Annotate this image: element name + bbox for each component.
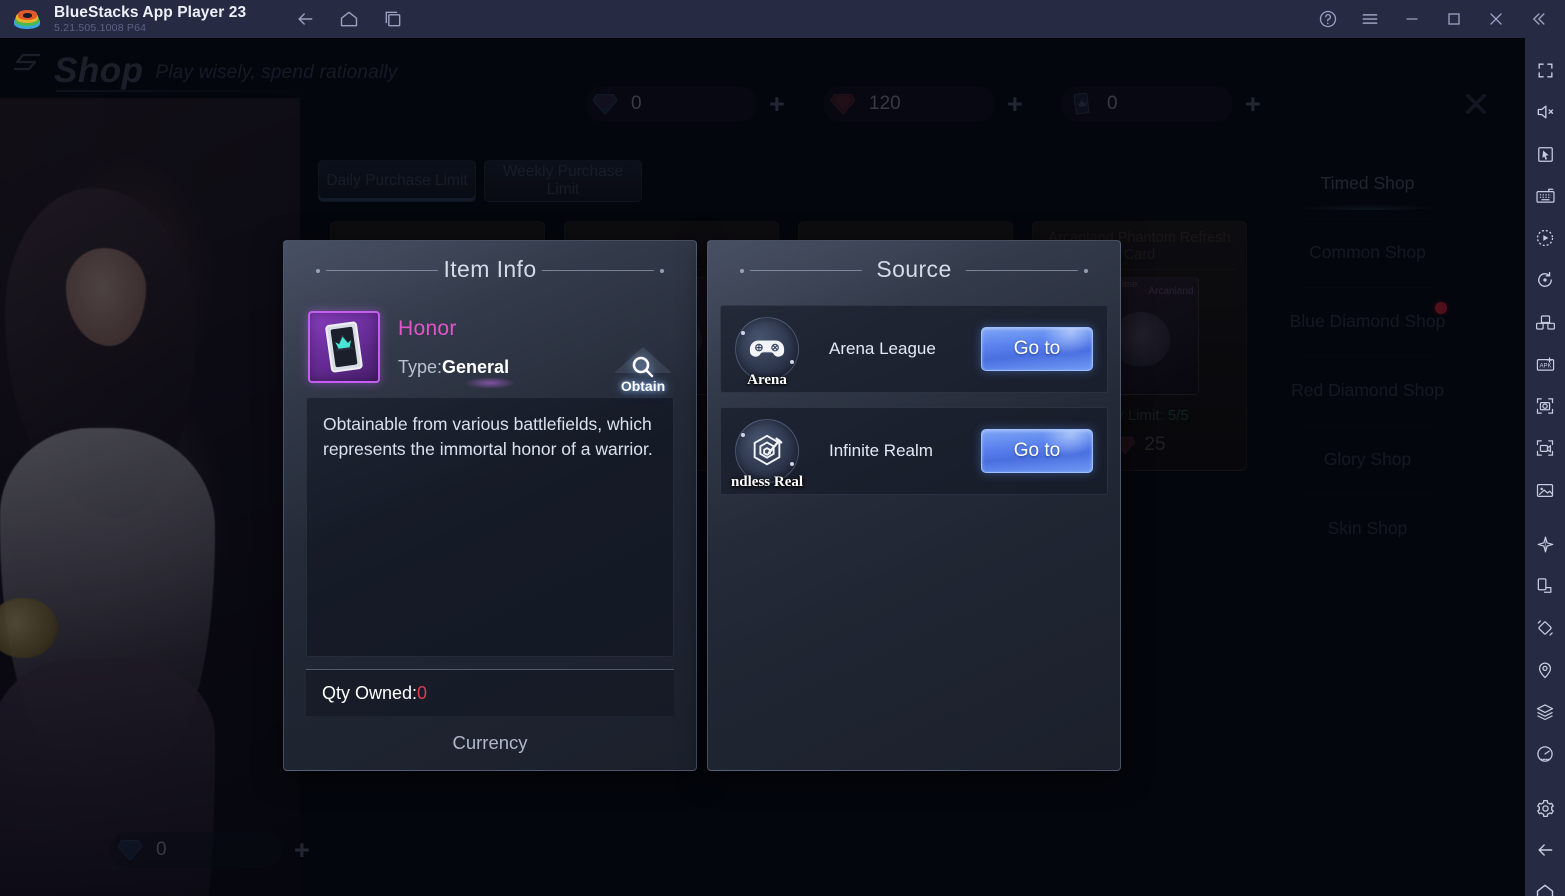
source-icon-caption: Arena: [747, 372, 787, 388]
settings-icon[interactable]: [1528, 788, 1562, 828]
item-info-panel: Item Info Honor Type:General Obtain Obta…: [283, 240, 697, 771]
header-rule-right: [542, 268, 664, 273]
source-icon-caption: ndless Real: [730, 474, 804, 490]
macro-play-icon[interactable]: [1528, 218, 1562, 258]
rotate-icon[interactable]: [1528, 566, 1562, 606]
layers-icon[interactable]: [1528, 692, 1562, 732]
location-icon[interactable]: [1528, 650, 1562, 690]
window-controls: [1313, 4, 1565, 34]
multi-instance-manager-icon[interactable]: [1528, 302, 1562, 342]
goto-label: Go to: [1013, 338, 1061, 359]
home-button[interactable]: [334, 4, 364, 34]
shake-icon[interactable]: [1528, 608, 1562, 648]
source-panel: Source Arena Arena League Go to ndless R…: [707, 240, 1121, 771]
source-entry-arena-league[interactable]: Arena Arena League Go to: [720, 305, 1108, 393]
currency-footer-link[interactable]: Currency: [284, 732, 696, 754]
back-button[interactable]: [290, 4, 320, 34]
source-icon-wrap: Arena: [735, 317, 799, 388]
record-video-icon[interactable]: [1528, 428, 1562, 468]
goto-label: Go to: [1013, 440, 1061, 461]
hex-spiral-sword-glyph: [753, 434, 783, 466]
minimize-button[interactable]: [1397, 4, 1427, 34]
menu-button[interactable]: [1355, 4, 1385, 34]
qty-owned: Qty Owned:0: [322, 683, 427, 704]
window-title-block: BlueStacks App Player 23 5.21.505.1008 P…: [54, 3, 247, 34]
sync-icon[interactable]: [1528, 260, 1562, 300]
eco-mode-icon[interactable]: [1528, 524, 1562, 564]
source-name: Arena League: [829, 339, 936, 358]
obtain-label: Obtain: [620, 378, 666, 394]
qty-owned-label: Qty Owned:: [322, 682, 418, 703]
fullscreen-icon[interactable]: [1528, 50, 1562, 90]
goto-button-infinite-realm[interactable]: Go to: [981, 429, 1093, 473]
game-viewport: Shop Play wisely, spend rationally 0 +: [0, 38, 1525, 896]
help-button[interactable]: [1313, 4, 1343, 34]
goto-button-arena-league[interactable]: Go to: [981, 327, 1093, 371]
item-meta: Honor Type:General: [398, 311, 509, 378]
decor-dot: [790, 360, 794, 364]
keyboard-controls-icon[interactable]: [1528, 176, 1562, 216]
item-summary-row: Honor Type:General Obtain: [284, 297, 696, 394]
item-type-value: General: [442, 357, 510, 377]
obtain-button[interactable]: Obtain: [614, 345, 672, 403]
mute-icon[interactable]: [1528, 92, 1562, 132]
titlebar-nav-group: [290, 4, 408, 34]
bluestacks-sidebar: APK: [1525, 38, 1565, 896]
item-type: Type:General: [398, 357, 509, 378]
header-rule-left: [740, 268, 862, 273]
app-version: 5.21.505.1008 P64: [54, 22, 147, 34]
gamepad-glyph: [749, 340, 785, 357]
apk-install-icon[interactable]: APK: [1528, 344, 1562, 384]
panel-title: Item Info: [443, 255, 537, 282]
multi-instance-button[interactable]: [378, 4, 408, 34]
item-icon-honor: [308, 311, 380, 383]
pointer-icon[interactable]: [1528, 134, 1562, 174]
decor-dot: [790, 462, 794, 466]
decor-dot: [741, 433, 745, 437]
item-info-header: Item Info: [284, 241, 696, 297]
item-icon-glow: [464, 377, 516, 389]
item-description: Obtainable from various battlefields, wh…: [323, 414, 653, 459]
header-rule-left: [316, 268, 438, 273]
collapse-sidebar-button[interactable]: [1523, 4, 1553, 34]
panel-title: Source: [876, 255, 952, 282]
qty-owned-value: 0: [417, 682, 428, 703]
source-entry-infinite-realm[interactable]: ndless Real Infinite Realm Go to: [720, 407, 1108, 495]
bluestacks-window: BlueStacks App Player 23 5.21.505.1008 P…: [0, 0, 1565, 896]
home-icon[interactable]: [1528, 872, 1562, 896]
decor-dot: [741, 331, 745, 335]
back-icon[interactable]: [1528, 830, 1562, 870]
item-type-label: Type:: [398, 357, 443, 377]
honor-card-crown-icon: [325, 321, 363, 373]
header-rule-right: [966, 268, 1088, 273]
qty-owned-box: Qty Owned:0: [306, 670, 674, 716]
window-titlebar: BlueStacks App Player 23 5.21.505.1008 P…: [0, 0, 1565, 38]
performance-icon[interactable]: [1528, 734, 1562, 774]
item-name: Honor: [398, 317, 457, 340]
search-icon: [632, 356, 654, 378]
app-title: BlueStacks App Player 23: [54, 3, 247, 21]
source-name: Infinite Realm: [829, 441, 933, 460]
maximize-button[interactable]: [1439, 4, 1469, 34]
screenshot-icon[interactable]: [1528, 386, 1562, 426]
media-manager-icon[interactable]: [1528, 470, 1562, 510]
item-description-box: Obtainable from various battlefields, wh…: [306, 397, 674, 657]
source-icon-wrap: ndless Real: [731, 419, 803, 490]
source-header: Source: [708, 241, 1120, 297]
source-list: Arena Arena League Go to ndless Real Inf…: [708, 297, 1120, 495]
bluestacks-logo-icon: [14, 9, 40, 29]
svg-text:APK: APK: [1539, 363, 1551, 369]
close-button[interactable]: [1481, 4, 1511, 34]
